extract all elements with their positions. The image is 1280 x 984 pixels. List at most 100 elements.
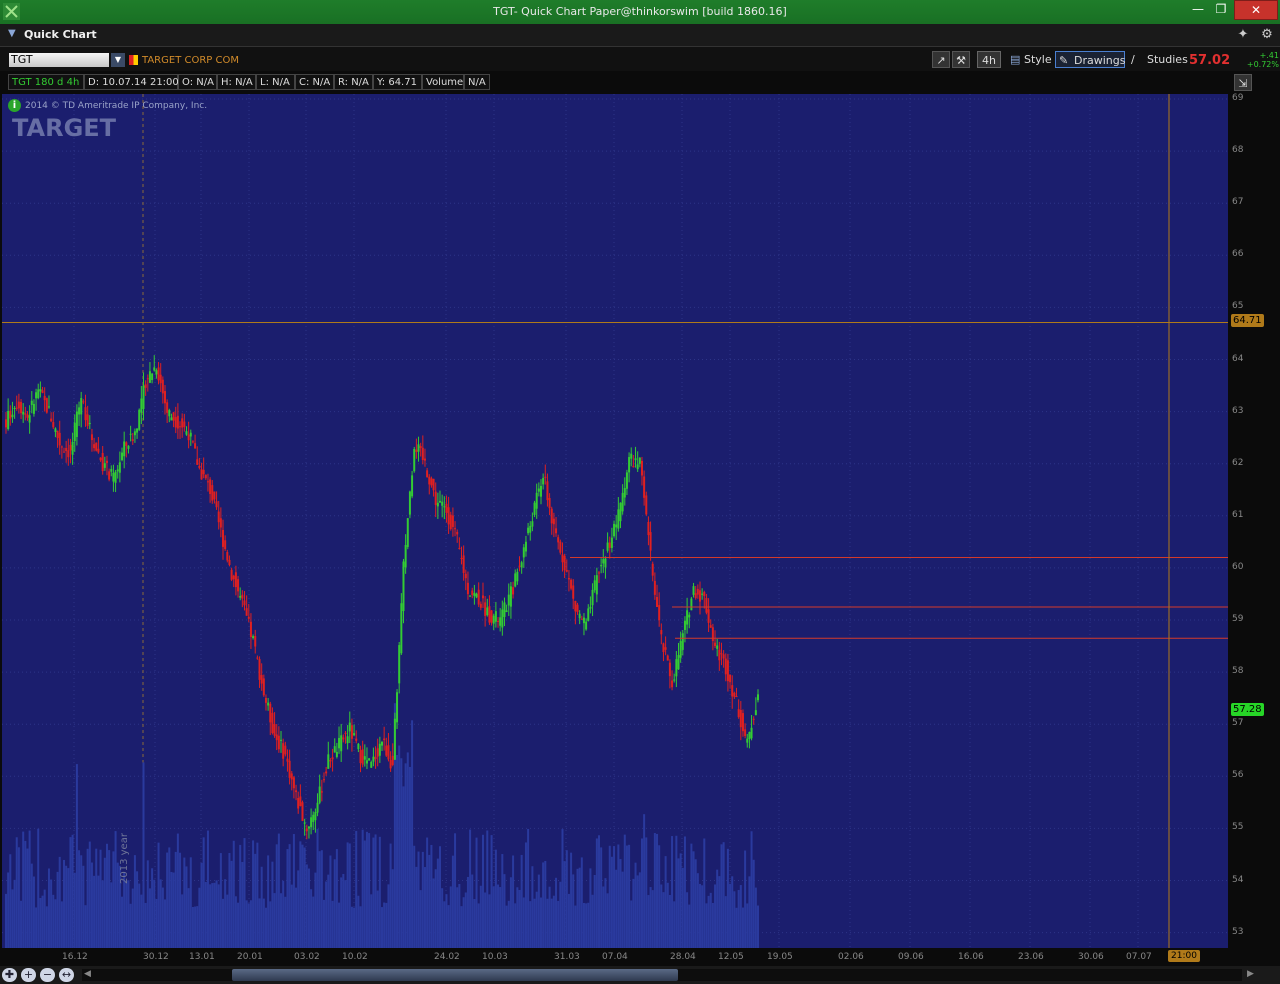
scroll-right-icon[interactable]: ▶ — [1247, 969, 1254, 979]
volume-bar — [305, 864, 308, 948]
volume-bar — [628, 844, 631, 948]
horizontal-lines — [570, 556, 1228, 639]
volume-bar — [144, 902, 147, 948]
scroll-thumb[interactable] — [232, 969, 678, 981]
volume-bar — [82, 865, 85, 948]
zoom-fit-icon[interactable]: ↔ — [59, 968, 74, 982]
volume-bar — [247, 903, 250, 948]
candle-body — [28, 415, 31, 423]
candle-body — [176, 415, 179, 429]
candle-body — [269, 703, 272, 723]
volume-bar — [561, 829, 564, 948]
info-icon[interactable]: i — [8, 99, 21, 112]
volume-bar — [174, 851, 177, 948]
volume-bar — [683, 836, 686, 948]
volume-bar — [310, 889, 313, 948]
candle-body — [32, 403, 35, 414]
volume-bar — [692, 851, 695, 948]
volume-bar — [105, 843, 108, 948]
candle-body — [256, 657, 259, 659]
zoom-out-icon[interactable]: − — [40, 968, 55, 982]
volume-bar — [499, 887, 502, 948]
candle-body — [151, 373, 154, 380]
candle-body — [344, 732, 347, 734]
candle-body — [600, 565, 603, 567]
candle-body — [677, 655, 680, 670]
candle-body — [146, 378, 149, 380]
volume-bar — [252, 840, 255, 948]
volume-bar — [585, 903, 588, 948]
volume-bar — [41, 895, 44, 948]
x-tick-label: 09.06 — [898, 952, 924, 962]
volume-bar — [58, 856, 61, 948]
candle-body — [179, 426, 182, 428]
volume-bar — [703, 838, 706, 948]
candle-body — [522, 547, 525, 558]
candle-body — [636, 464, 639, 470]
volume-bar — [705, 903, 708, 948]
volume-bar — [254, 853, 257, 948]
volume-bar — [555, 877, 558, 948]
volume-bar — [24, 840, 27, 948]
volume-bar — [387, 884, 390, 948]
candle-body — [234, 572, 237, 588]
candle-body — [735, 696, 738, 698]
candle-body — [464, 573, 467, 579]
volume-bar — [318, 851, 321, 948]
volume-bar — [417, 851, 420, 948]
candle-body — [90, 434, 93, 441]
volume-bar — [187, 888, 190, 948]
volume-bar — [280, 893, 283, 948]
candle-body — [213, 491, 216, 500]
volume-bar — [348, 843, 351, 948]
volume-bar — [415, 866, 418, 948]
volume-bar — [647, 895, 650, 948]
volume-bar — [709, 892, 712, 948]
volume-bar — [473, 899, 476, 948]
volume-bar — [741, 907, 744, 948]
candle-body — [746, 738, 749, 743]
candle-body — [342, 737, 345, 740]
volume-bar — [460, 906, 463, 948]
x-tick-label: 12.05 — [718, 952, 744, 962]
volume-bars — [5, 703, 759, 948]
pan-icon[interactable]: ✚ — [2, 968, 17, 982]
candle-body — [490, 610, 493, 623]
candle-body — [335, 751, 338, 757]
volume-bar — [316, 828, 319, 948]
volume-bar — [312, 896, 315, 948]
volume-bar — [660, 884, 663, 948]
volume-bar — [219, 853, 222, 948]
volume-bar — [60, 901, 63, 948]
y-tick-label: 55 — [1232, 822, 1244, 833]
volume-bar — [602, 886, 605, 948]
volume-bar — [374, 834, 377, 948]
volume-bar — [572, 874, 575, 948]
candle-body — [595, 575, 598, 595]
candle-body — [514, 573, 517, 587]
candle-body — [20, 401, 23, 414]
volume-bar — [69, 837, 72, 948]
candle-body — [183, 421, 186, 428]
candle-body — [406, 518, 409, 547]
volume-bar — [544, 860, 547, 948]
volume-bar — [529, 901, 532, 948]
candle-body — [726, 660, 729, 682]
volume-bar — [441, 888, 444, 948]
candle-body — [593, 580, 596, 591]
volume-bar — [714, 884, 717, 948]
volume-bar — [168, 847, 171, 948]
candle-body — [262, 678, 265, 696]
x-tick-label: 07.04 — [602, 952, 628, 962]
volume-bar — [486, 830, 489, 948]
volume-bar — [623, 834, 626, 948]
candle-body — [247, 616, 250, 619]
candle-body — [200, 469, 203, 480]
last-price-label: 57.28 — [1231, 703, 1264, 716]
zoom-in-icon[interactable]: + — [21, 968, 36, 982]
candle-body — [245, 608, 248, 616]
volume-bar — [557, 900, 560, 948]
volume-bar — [613, 846, 616, 948]
volume-bar — [671, 836, 674, 948]
scroll-left-icon[interactable]: ◀ — [84, 969, 91, 979]
